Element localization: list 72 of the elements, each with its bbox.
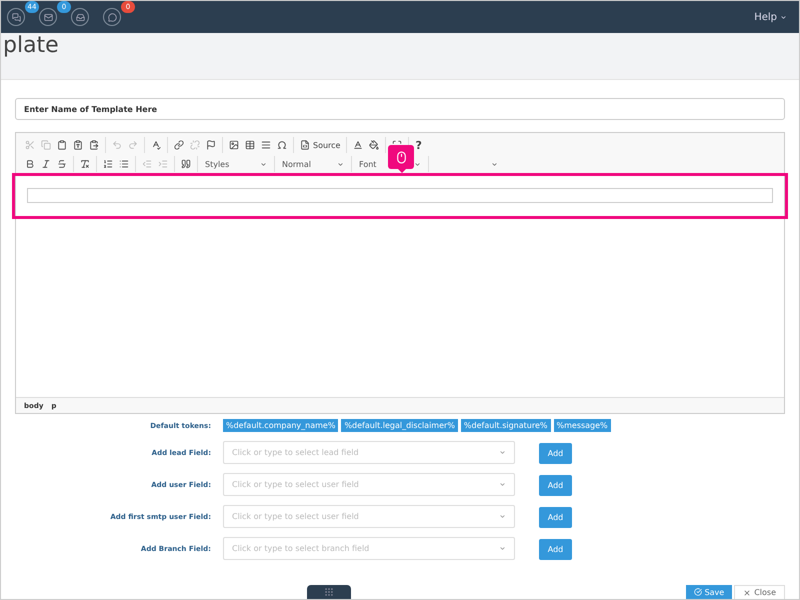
add-button[interactable]: Add xyxy=(539,443,572,464)
bullet-list-icon xyxy=(119,159,129,169)
table-icon xyxy=(245,140,255,150)
toolbar-dropdown[interactable]: Normal xyxy=(280,156,346,172)
comment-icon xyxy=(108,12,116,22)
notification-button[interactable] xyxy=(71,8,89,26)
paint-bucket-icon xyxy=(369,140,380,150)
unlink-icon xyxy=(190,140,200,150)
toolbar-dropdown[interactable]: Font xyxy=(357,156,423,172)
caret-icon xyxy=(491,160,498,168)
token-tag[interactable]: %message% xyxy=(554,419,611,432)
undo-icon xyxy=(112,140,122,150)
text-color-icon xyxy=(353,140,364,150)
scissors-icon xyxy=(25,140,35,150)
notification-button[interactable] xyxy=(7,8,25,26)
add-button[interactable]: Add xyxy=(539,507,572,528)
notification-button[interactable] xyxy=(103,8,121,26)
link-icon xyxy=(174,140,184,150)
help-button[interactable]: ? xyxy=(414,137,423,153)
close-icon xyxy=(743,588,752,596)
flag-icon xyxy=(206,140,216,150)
clipboard-icon xyxy=(89,140,99,150)
caret-icon xyxy=(499,545,506,552)
mail-icon xyxy=(44,12,52,22)
add-button[interactable]: Add xyxy=(539,475,572,496)
caret-icon xyxy=(414,160,421,168)
drawer-handle[interactable] xyxy=(307,585,351,599)
mouse-icon xyxy=(394,150,408,164)
close-button[interactable]: Close xyxy=(734,585,785,599)
grip-icon xyxy=(324,587,334,597)
bold-icon xyxy=(25,159,35,169)
caret-icon xyxy=(780,14,787,20)
code-file-icon xyxy=(300,140,310,150)
quote-icon xyxy=(181,159,191,169)
copy-icon xyxy=(41,140,51,150)
select-field[interactable]: Click or type to select user field xyxy=(223,505,515,528)
chat-icon xyxy=(12,12,20,22)
numbered-list-icon xyxy=(103,159,113,169)
check-icon xyxy=(694,588,702,596)
strikethrough-icon xyxy=(57,159,67,169)
add-button[interactable]: Add xyxy=(539,539,572,560)
caret-icon xyxy=(337,160,344,168)
outdent-icon xyxy=(142,159,152,169)
indent-icon xyxy=(158,159,168,169)
token-tag[interactable]: %default.legal_disclaimer% xyxy=(341,419,458,432)
lines-icon xyxy=(261,140,271,150)
toolbar-dropdown[interactable]: Styles xyxy=(203,156,269,172)
omega-icon xyxy=(277,140,287,150)
image-icon xyxy=(229,140,239,150)
inbox-icon xyxy=(76,12,84,22)
select-field[interactable]: Click or type to select user field xyxy=(223,473,515,496)
save-button[interactable]: Save xyxy=(686,585,732,599)
caret-icon xyxy=(499,449,506,456)
clipboard-icon xyxy=(57,140,67,150)
template-name-field[interactable]: Enter Name of Template Here xyxy=(15,98,785,120)
caret-icon xyxy=(499,513,506,520)
clipboard-icon xyxy=(73,140,83,150)
caret-icon xyxy=(260,160,267,168)
redo-icon xyxy=(128,140,138,150)
spellcheck-icon xyxy=(151,140,161,150)
notification-button[interactable] xyxy=(39,8,57,26)
help-menu[interactable]: Help xyxy=(748,10,793,24)
token-tag[interactable]: %default.company_name% xyxy=(223,419,338,432)
select-field[interactable]: Click or type to select lead field xyxy=(223,441,515,464)
page-title: plate xyxy=(2,33,60,59)
italic-icon xyxy=(41,159,51,169)
clear-format-icon xyxy=(80,159,90,169)
source-button[interactable]: Source xyxy=(299,137,342,153)
select-field[interactable]: Click or type to select branch field xyxy=(223,537,515,560)
text-line-field[interactable] xyxy=(27,188,773,203)
caret-icon xyxy=(499,481,506,488)
token-tag[interactable]: %default.signature% xyxy=(460,419,550,432)
